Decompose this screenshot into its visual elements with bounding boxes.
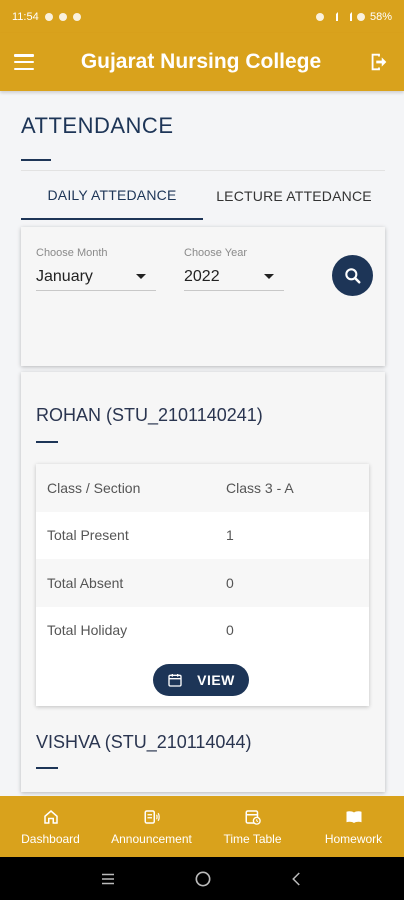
view-button[interactable]: VIEW	[153, 664, 249, 696]
back-icon[interactable]	[288, 870, 306, 888]
table-row: Total Holiday 0	[36, 607, 369, 655]
row-label: Class / Section	[47, 479, 141, 496]
battery-level: 58%	[369, 10, 392, 23]
month-field[interactable]: Choose Month January	[36, 247, 156, 291]
table-row: Total Present 1	[36, 512, 369, 560]
table-row: Total Absent 0	[36, 559, 369, 607]
month-value: January	[36, 267, 93, 285]
year-label: Choose Year	[184, 247, 247, 259]
status-time: 11:54	[12, 10, 39, 23]
announcement-icon	[144, 809, 160, 824]
student-name: ROHAN (STU_2101140241)	[36, 405, 263, 425]
tab-daily-attendance[interactable]: DAILY ATTEDANCE	[21, 172, 203, 220]
row-value: Class 3 - A	[226, 479, 294, 496]
page-title: ATTENDANCE	[21, 113, 174, 138]
location-icon	[44, 12, 53, 21]
nav-announcement[interactable]: Announcement	[101, 796, 202, 857]
app-title: Gujarat Nursing College	[80, 50, 322, 73]
calendar-icon	[168, 674, 182, 687]
row-label: Total Absent	[47, 574, 124, 591]
name-underline	[36, 441, 58, 443]
recent-apps-icon[interactable]	[98, 870, 118, 888]
book-icon	[346, 810, 361, 823]
nav-label: Dashboard	[21, 831, 80, 846]
nav-homework[interactable]: Homework	[303, 796, 404, 857]
logout-icon[interactable]	[368, 51, 390, 73]
row-value: 1	[226, 527, 234, 544]
table-row: Class / Section Class 3 - A	[36, 464, 369, 512]
home-button-icon[interactable]	[193, 869, 213, 889]
row-value: 0	[226, 622, 234, 639]
filter-card: Choose Month January Choose Year 2022	[21, 227, 385, 366]
signal-icon-2	[343, 12, 352, 21]
row-label: Total Holiday	[47, 622, 128, 639]
row-value: 0	[226, 574, 234, 591]
nav-label: Homework	[324, 831, 383, 846]
menu-icon[interactable]	[14, 54, 34, 70]
student-name: VISHVA (STU_210114044)	[36, 732, 252, 752]
nav-dashboard[interactable]: Dashboard	[0, 796, 101, 857]
row-label: Total Present	[47, 527, 129, 544]
search-button[interactable]	[332, 255, 373, 296]
year-value: 2022	[184, 267, 220, 285]
status-bar: 11:54 58%	[0, 0, 404, 33]
year-select[interactable]: 2022	[184, 263, 284, 291]
tab-bar: DAILY ATTEDANCE LECTURE ATTEDANCE	[21, 172, 385, 220]
chevron-down-icon	[264, 274, 274, 279]
nav-label: Time Table	[223, 831, 282, 846]
month-label: Choose Month	[36, 247, 108, 259]
name-underline	[36, 767, 58, 769]
divider	[21, 170, 385, 171]
signal-icon	[329, 12, 338, 21]
system-navigation-bar	[0, 857, 404, 900]
view-label: VIEW	[197, 672, 235, 688]
battery-icon	[356, 12, 365, 21]
year-field[interactable]: Choose Year 2022	[184, 247, 284, 291]
app-bar: Gujarat Nursing College	[0, 33, 404, 91]
heading-underline	[21, 159, 51, 161]
nav-time-table[interactable]: Time Table	[202, 796, 303, 857]
tab-lecture-attendance[interactable]: LECTURE ATTEDANCE	[203, 172, 385, 220]
notification-icon	[58, 12, 67, 21]
month-select[interactable]: January	[36, 263, 156, 291]
home-icon	[43, 809, 58, 824]
bottom-navigation: Dashboard Announcement Time Table Homewo…	[0, 796, 404, 857]
download-icon	[72, 12, 81, 21]
wifi-icon	[315, 12, 324, 21]
nav-label: Announcement	[111, 831, 192, 846]
timetable-icon	[245, 809, 261, 825]
search-icon	[344, 267, 360, 283]
chevron-down-icon	[136, 274, 146, 279]
